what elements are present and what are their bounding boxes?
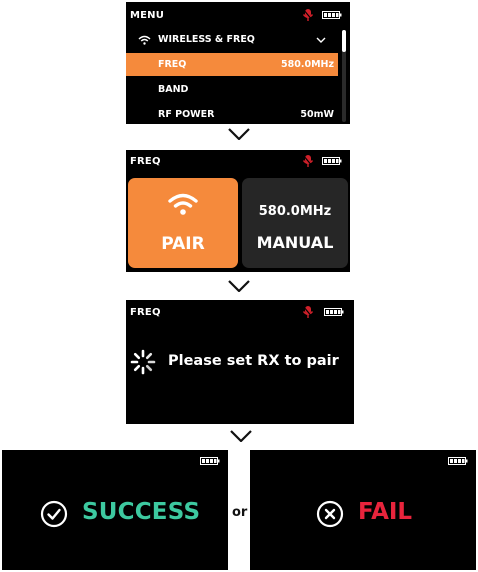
screen-title: MENU — [130, 10, 165, 21]
menu-item-freq[interactable]: FREQ 580.0MHz — [126, 53, 338, 76]
x-circle-icon — [316, 500, 344, 528]
menu-screen: MENU WIRELESS & FREQ FREQ 580.0MHz BAND … — [126, 2, 350, 124]
mic-muted-icon — [302, 8, 314, 22]
chevron-down-icon — [228, 280, 250, 292]
manual-label: MANUAL — [256, 233, 334, 252]
battery-icon — [322, 157, 342, 165]
section-label: WIRELESS & FREQ — [158, 34, 255, 45]
battery-icon — [324, 308, 344, 316]
pair-label: PAIR — [161, 234, 205, 254]
or-label: or — [232, 505, 248, 520]
menu-item-label: FREQ — [158, 59, 187, 70]
screen-title: FREQ — [130, 156, 161, 167]
menu-item-value: 580.0MHz — [281, 59, 334, 70]
wifi-icon — [168, 193, 198, 215]
section-wireless-freq[interactable]: WIRELESS & FREQ — [126, 28, 338, 52]
menu-item-rf-power[interactable]: RF POWER 50mW — [126, 103, 338, 124]
scrollbar-thumb[interactable] — [342, 30, 346, 52]
pairing-screen: FREQ Please set RX to pair — [126, 300, 354, 424]
fail-screen: FAIL — [250, 450, 476, 570]
check-circle-icon — [40, 500, 68, 528]
manual-frequency: 580.0MHz — [258, 204, 332, 219]
battery-icon — [322, 11, 342, 19]
pair-button[interactable]: PAIR — [128, 178, 238, 268]
mic-muted-icon — [302, 305, 314, 319]
pairing-message: Please set RX to pair — [168, 353, 339, 369]
manual-button[interactable]: 580.0MHz MANUAL — [242, 178, 348, 268]
wifi-icon — [138, 35, 151, 45]
spinner-icon — [130, 349, 156, 375]
mic-muted-icon — [302, 154, 314, 168]
success-label: SUCCESS — [82, 499, 201, 525]
screen-title: FREQ — [130, 307, 161, 318]
battery-icon — [200, 457, 220, 465]
chevron-down-icon — [316, 37, 326, 43]
success-screen: SUCCESS — [2, 450, 228, 570]
chevron-down-icon — [230, 430, 252, 442]
menu-item-label: BAND — [158, 84, 189, 95]
battery-icon — [448, 457, 468, 465]
menu-item-label: RF POWER — [158, 109, 215, 120]
menu-item-value: 50mW — [300, 109, 334, 120]
menu-item-band[interactable]: BAND — [126, 78, 338, 101]
freq-select-screen: FREQ PAIR 580.0MHz MANUAL — [126, 150, 350, 272]
chevron-down-icon — [228, 128, 250, 140]
scrollbar[interactable] — [342, 30, 346, 122]
fail-label: FAIL — [358, 499, 413, 525]
